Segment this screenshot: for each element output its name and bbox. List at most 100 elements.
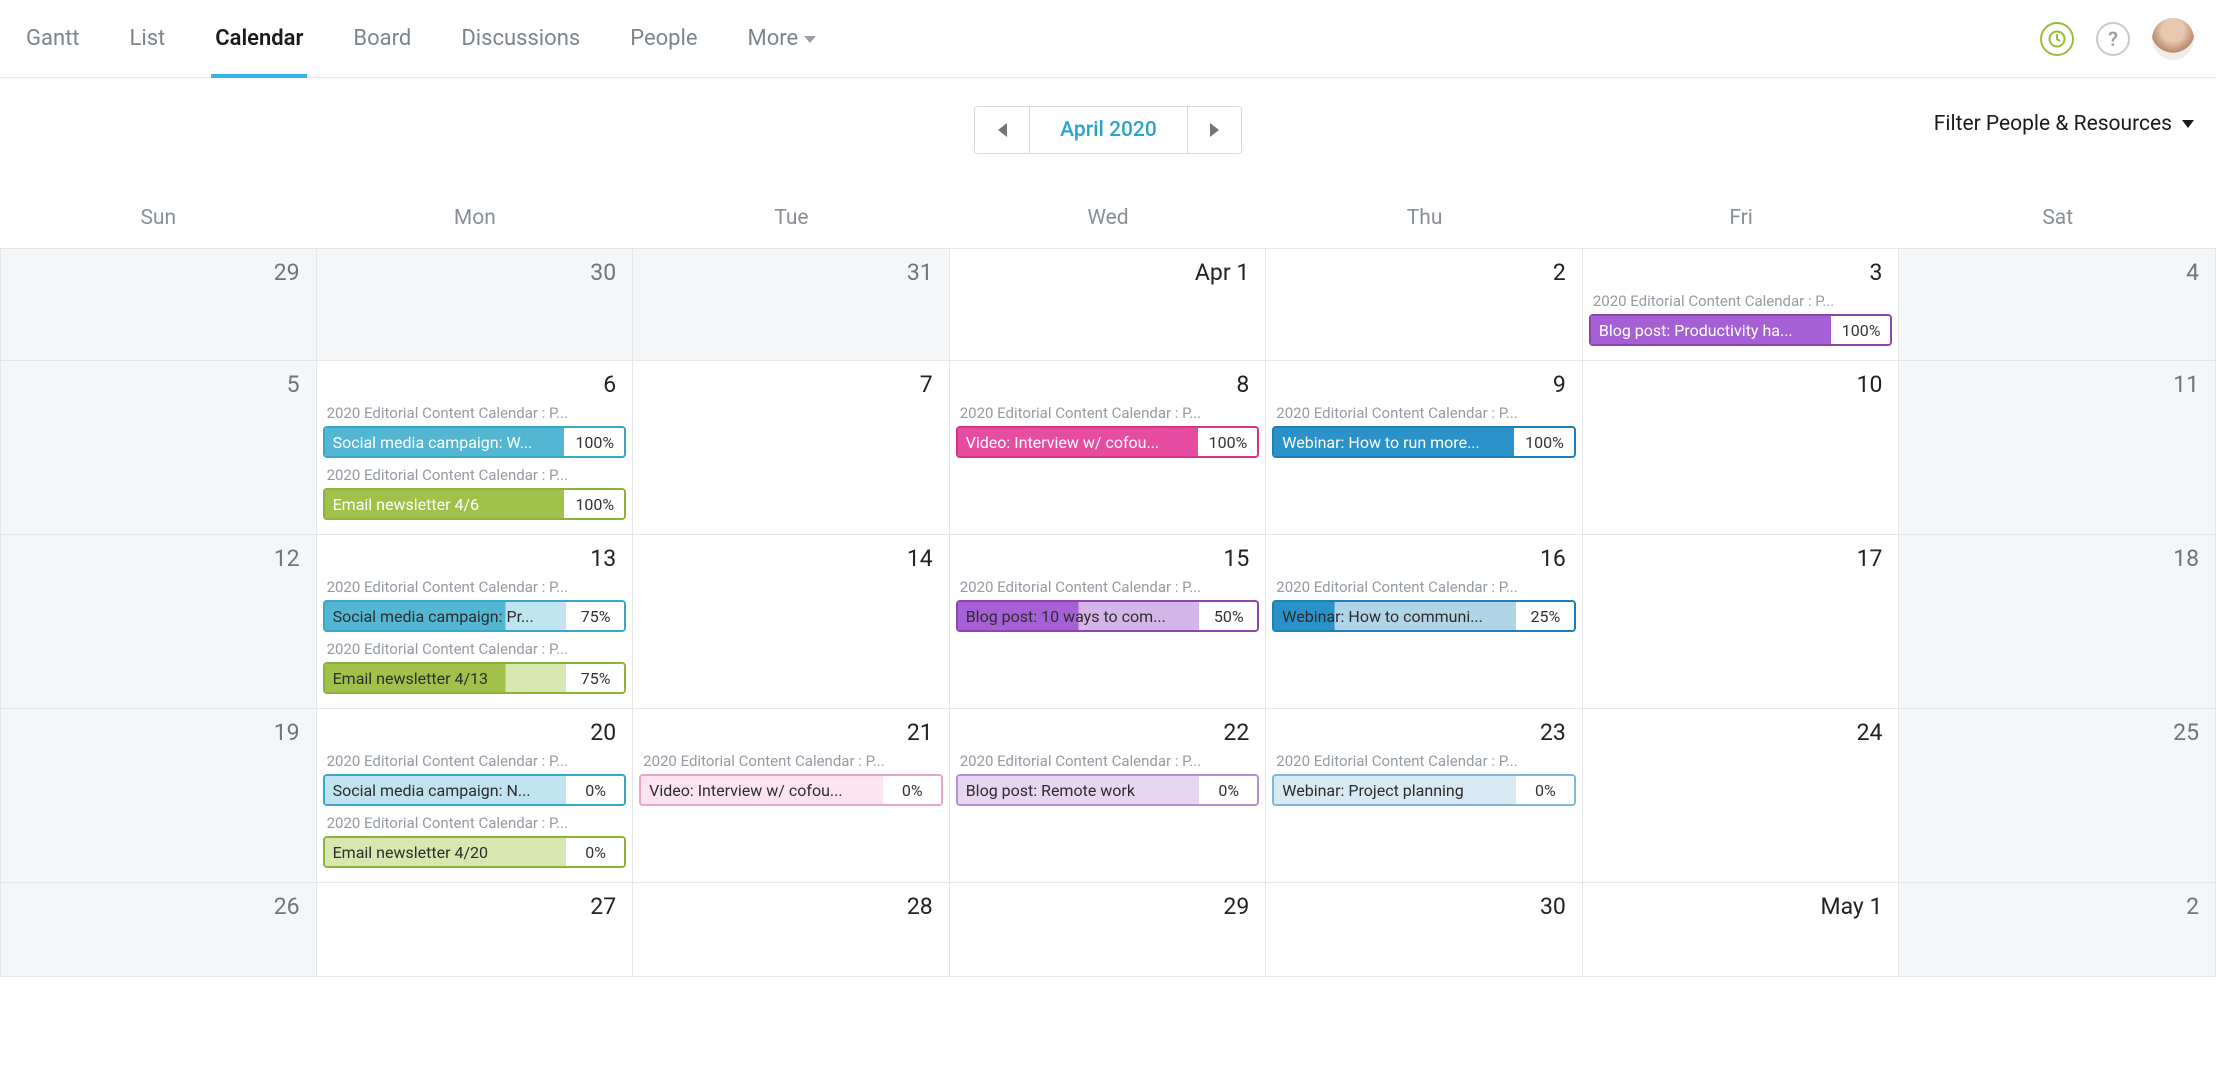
calendar-cell[interactable]: 62020 Editorial Content Calendar : P...S…: [317, 361, 634, 535]
calendar-cell[interactable]: 27: [317, 883, 634, 977]
event-title: Email newsletter 4/20: [325, 838, 567, 866]
day-number: 30: [323, 255, 627, 290]
day-number: 10: [1589, 367, 1893, 402]
calendar-cell[interactable]: 18: [1899, 535, 2216, 709]
calendar-cell[interactable]: 28: [633, 883, 950, 977]
day-number: 31: [639, 255, 943, 290]
filter-people-resources[interactable]: Filter People & Resources: [1934, 112, 2194, 136]
day-header: Sat: [1899, 194, 2216, 248]
day-number: 21: [639, 715, 943, 750]
day-number: 27: [323, 889, 627, 924]
event-title: Webinar: How to run more...: [1274, 428, 1514, 456]
calendar-cell[interactable]: 162020 Editorial Content Calendar : P...…: [1266, 535, 1583, 709]
day-number: 5: [7, 367, 310, 402]
calendar-cell[interactable]: 30: [317, 249, 634, 361]
tab-more[interactable]: More: [744, 0, 821, 77]
calendar-event[interactable]: Social media campaign: Pr...75%: [323, 600, 627, 632]
calendar-cell[interactable]: 82020 Editorial Content Calendar : P...V…: [950, 361, 1267, 535]
day-header: Tue: [633, 194, 950, 248]
day-header: Sun: [0, 194, 317, 248]
event-title: Blog post: 10 ways to com...: [958, 602, 1200, 630]
calendar-cell[interactable]: 4: [1899, 249, 2216, 361]
day-number: 12: [7, 541, 310, 576]
calendar-cell[interactable]: May 1: [1583, 883, 1900, 977]
calendar-cell[interactable]: 14: [633, 535, 950, 709]
calendar-cell[interactable]: 5: [0, 361, 317, 535]
calendar-event[interactable]: Webinar: How to communi...25%: [1272, 600, 1576, 632]
day-header: Fri: [1583, 194, 1900, 248]
calendar-cell[interactable]: 202020 Editorial Content Calendar : P...…: [317, 709, 634, 883]
calendar-event[interactable]: Webinar: Project planning0%: [1272, 774, 1576, 806]
calendar-cell[interactable]: 24: [1583, 709, 1900, 883]
calendar-cell[interactable]: 19: [0, 709, 317, 883]
help-icon[interactable]: ?: [2096, 22, 2130, 56]
day-number: 23: [1272, 715, 1576, 750]
calendar-cell[interactable]: 152020 Editorial Content Calendar : P...…: [950, 535, 1267, 709]
event-title: Social media campaign: N...: [325, 776, 567, 804]
calendar-cell[interactable]: 26: [0, 883, 317, 977]
calendar-cell[interactable]: 212020 Editorial Content Calendar : P...…: [633, 709, 950, 883]
day-number: 24: [1589, 715, 1893, 750]
project-label: 2020 Editorial Content Calendar : P...: [323, 638, 627, 660]
calendar-event[interactable]: Blog post: Productivity ha...100%: [1589, 314, 1893, 346]
calendar-cell[interactable]: 2: [1266, 249, 1583, 361]
calendar-event[interactable]: Social media campaign: N...0%: [323, 774, 627, 806]
calendar-cell[interactable]: 132020 Editorial Content Calendar : P...…: [317, 535, 634, 709]
calendar-cell[interactable]: 2: [1899, 883, 2216, 977]
calendar-event[interactable]: Video: Interview w/ cofou...0%: [639, 774, 943, 806]
calendar-event[interactable]: Webinar: How to run more...100%: [1272, 426, 1576, 458]
clock-icon[interactable]: [2040, 22, 2074, 56]
calendar-event[interactable]: Blog post: Remote work0%: [956, 774, 1260, 806]
chevron-left-icon: [998, 123, 1007, 137]
tab-people[interactable]: People: [626, 0, 701, 77]
calendar-cell[interactable]: 12: [0, 535, 317, 709]
calendar-cell[interactable]: 222020 Editorial Content Calendar : P...…: [950, 709, 1267, 883]
month-label[interactable]: April 2020: [1029, 107, 1187, 153]
tab-list[interactable]: List: [126, 0, 170, 77]
tab-gantt[interactable]: Gantt: [22, 0, 84, 77]
event-title: Video: Interview w/ cofou...: [641, 776, 883, 804]
calendar-cell[interactable]: 29: [950, 883, 1267, 977]
day-number: 19: [7, 715, 310, 750]
day-number: 4: [1905, 255, 2209, 290]
calendar-event[interactable]: Email newsletter 4/6100%: [323, 488, 627, 520]
avatar[interactable]: [2152, 18, 2194, 60]
chevron-down-icon: [804, 36, 816, 43]
calendar-cell[interactable]: 92020 Editorial Content Calendar : P...W…: [1266, 361, 1583, 535]
calendar-cell[interactable]: 30: [1266, 883, 1583, 977]
prev-month-button[interactable]: [975, 107, 1029, 153]
event-title: Email newsletter 4/6: [325, 490, 565, 518]
event-percent: 75%: [566, 664, 624, 692]
calendar-cell[interactable]: 25: [1899, 709, 2216, 883]
calendar-cell[interactable]: 31: [633, 249, 950, 361]
calendar-cell[interactable]: Apr 1: [950, 249, 1267, 361]
calendar-cell[interactable]: 7: [633, 361, 950, 535]
calendar-cell[interactable]: 11: [1899, 361, 2216, 535]
calendar-cell[interactable]: 10: [1583, 361, 1900, 535]
calendar-event[interactable]: Blog post: 10 ways to com...50%: [956, 600, 1260, 632]
calendar-event[interactable]: Email newsletter 4/200%: [323, 836, 627, 868]
tab-calendar[interactable]: Calendar: [211, 0, 307, 77]
tab-board[interactable]: Board: [349, 0, 415, 77]
day-number: 25: [1905, 715, 2209, 750]
calendar-event[interactable]: Video: Interview w/ cofou...100%: [956, 426, 1260, 458]
calendar-event[interactable]: Social media campaign: W...100%: [323, 426, 627, 458]
project-label: 2020 Editorial Content Calendar : P...: [1272, 576, 1576, 598]
calendar-cell[interactable]: 17: [1583, 535, 1900, 709]
day-number: 2: [1905, 889, 2209, 924]
calendar-event[interactable]: Email newsletter 4/1375%: [323, 662, 627, 694]
day-number: 9: [1272, 367, 1576, 402]
day-number: Apr 1: [956, 255, 1260, 290]
calendar-cell[interactable]: 32020 Editorial Content Calendar : P...B…: [1583, 249, 1900, 361]
day-number: 7: [639, 367, 943, 402]
day-number: 20: [323, 715, 627, 750]
calendar: SunMonTueWedThuFriSat 293031Apr 1232020 …: [0, 194, 2216, 977]
calendar-cell[interactable]: 232020 Editorial Content Calendar : P...…: [1266, 709, 1583, 883]
day-number: 2: [1272, 255, 1576, 290]
event-title: Webinar: How to communi...: [1274, 602, 1516, 630]
calendar-cell[interactable]: 29: [0, 249, 317, 361]
next-month-button[interactable]: [1187, 107, 1241, 153]
tab-discussions[interactable]: Discussions: [457, 0, 584, 77]
event-title: Video: Interview w/ cofou...: [958, 428, 1198, 456]
day-number: 8: [956, 367, 1260, 402]
